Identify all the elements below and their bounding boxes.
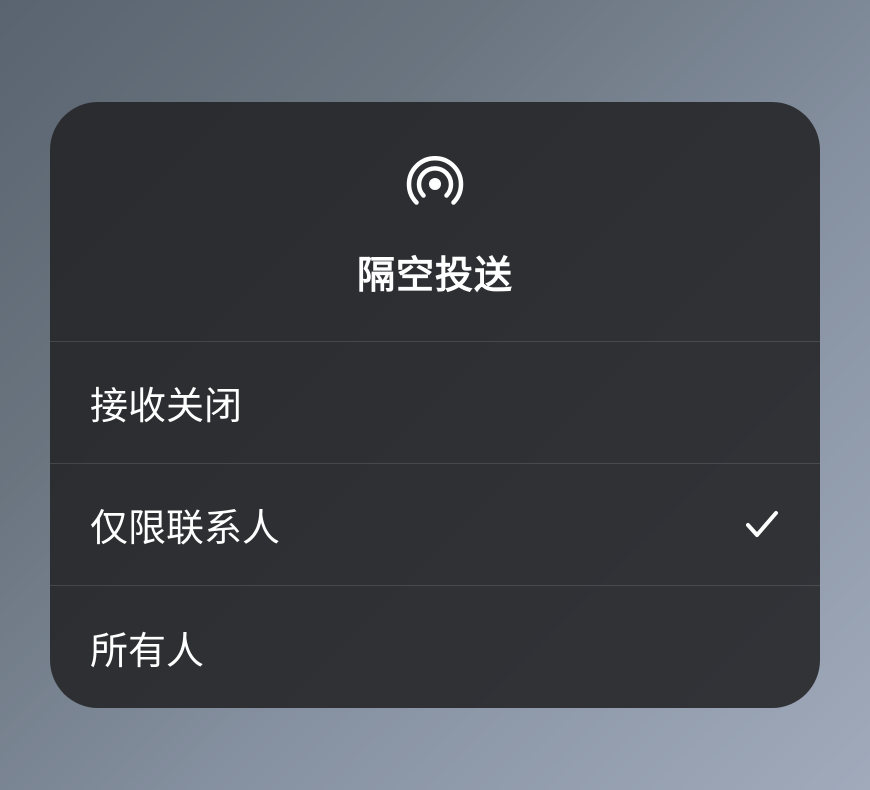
option-label: 接收关闭 bbox=[90, 375, 242, 430]
airdrop-settings-panel: 隔空投送 接收关闭 仅限联系人 所有人 bbox=[50, 102, 820, 708]
checkmark-icon bbox=[744, 507, 780, 543]
panel-header: 隔空投送 bbox=[50, 102, 820, 342]
panel-title: 隔空投送 bbox=[357, 244, 513, 299]
option-receiving-off[interactable]: 接收关闭 bbox=[50, 342, 820, 464]
option-label: 仅限联系人 bbox=[90, 497, 280, 552]
option-everyone[interactable]: 所有人 bbox=[50, 586, 820, 708]
option-contacts-only[interactable]: 仅限联系人 bbox=[50, 464, 820, 586]
option-label: 所有人 bbox=[90, 620, 204, 675]
airdrop-icon bbox=[403, 152, 467, 216]
